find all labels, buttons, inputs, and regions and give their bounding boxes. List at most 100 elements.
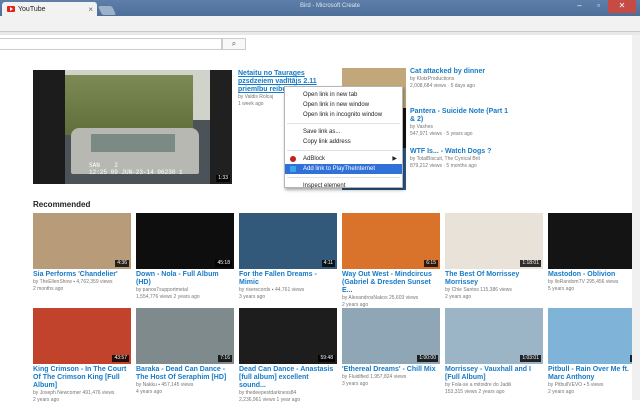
close-window-icon[interactable]: ✕ xyxy=(608,0,636,13)
side-video-info: Pantera - Suicide Note (Part 1 & 2) by V… xyxy=(410,108,510,138)
browser-tab[interactable]: YouTube × xyxy=(2,2,97,16)
video-title[interactable]: Dead Can Dance - Anastasis [full album] … xyxy=(239,366,337,390)
video-title[interactable]: For the Fallen Dreams - Mimic xyxy=(239,271,337,287)
menu-divider xyxy=(287,177,400,178)
video-title[interactable]: Morrissey - Vauxhall and I [Full Album] xyxy=(445,366,543,382)
search-input[interactable] xyxy=(0,38,222,50)
video-timestamp-overlay: SAN 2 12:25 09 JUN-23-14 06230 1 xyxy=(89,162,183,176)
close-tab-icon[interactable]: × xyxy=(88,5,93,14)
video-card[interactable]: 4:36 Sia Performs 'Chandelier' by TheEllen… xyxy=(33,213,131,293)
video-card[interactable]: 59:48 Dead Can Dance - Anastasis [full al… xyxy=(239,308,337,404)
video-channel-views: by riserecords ▪ 44,761 views xyxy=(239,287,305,293)
browser-toolbar xyxy=(0,16,640,32)
menu-item-add-to-playtheinternet[interactable]: Add link to PlayTheInternet xyxy=(285,164,402,174)
video-duration: 45:18 xyxy=(215,260,232,267)
video-thumbnail[interactable]: 45:18 xyxy=(136,213,234,269)
side-video-title[interactable]: Pantera - Suicide Note (Part 1 & 2) xyxy=(410,108,510,124)
menu-item-save-link[interactable]: Save link as... xyxy=(285,127,402,137)
side-video-title[interactable]: Cat attacked by dinner xyxy=(410,68,510,76)
video-thumbnail[interactable]: 4:11 xyxy=(239,213,337,269)
side-video-info: WTF Is... - Watch Dogs ? by TotalBiscuit… xyxy=(410,148,510,170)
side-video-channel[interactable]: by KlotzProductions xyxy=(410,76,510,83)
video-duration: 1:33 xyxy=(216,175,230,182)
video-card[interactable]: 6:15 Way Out West - Mindcircus (Gabriel &… xyxy=(342,213,440,309)
video-title[interactable]: King Crimson - In The Court Of The Crims… xyxy=(33,366,131,390)
side-video-channel[interactable]: by Vashes xyxy=(410,124,510,131)
video-age: 4 years ago xyxy=(136,389,163,395)
video-title[interactable]: Pitbull - Rain Over Me ft. Marc Anthony xyxy=(548,366,640,382)
video-duration: 1:00:00 xyxy=(417,355,438,362)
video-age: 3 years ago xyxy=(342,381,369,387)
context-menu: Open link in new tab Open link in new wi… xyxy=(284,86,403,191)
side-video-meta: 547,971 views · 5 years ago xyxy=(410,131,473,137)
video-duration: 7:16 xyxy=(218,355,232,362)
video-channel-views: by PitbullVEVO ▪ 5 views xyxy=(548,382,604,388)
video-channel-views: by AlexandrosNakos 25,603 views xyxy=(342,295,419,301)
video-card[interactable]: 1:00:00 'Ethereal Dreams' - Chill Mix by F… xyxy=(342,308,440,388)
video-title[interactable]: Baraka - Dead Can Dance - The Host Of Se… xyxy=(136,366,234,382)
section-title: Recommended xyxy=(33,200,91,209)
side-video-title[interactable]: WTF Is... - Watch Dogs ? xyxy=(410,148,510,156)
video-duration: 59:48 xyxy=(318,355,335,362)
video-age: 2 years ago xyxy=(33,397,60,403)
video-age: 5 years ago xyxy=(548,286,575,292)
video-age: 2 months ago xyxy=(33,286,64,292)
video-channel-views: by Fluidified 1,957,824 views xyxy=(342,374,407,380)
video-card[interactable]: Mastodon - Oblivion by lloRandomTV 295,45… xyxy=(548,213,640,293)
video-thumbnail[interactable]: 43:57 xyxy=(33,308,131,364)
video-channel-views: by thedeepestdarkness84 xyxy=(239,390,297,396)
video-card[interactable]: 1:18:01 The Best Of Morrissey Morrissey by… xyxy=(445,213,543,301)
video-title[interactable]: Way Out West - Mindcircus (Gabriel & Dre… xyxy=(342,271,440,295)
video-card[interactable]: 4:04 Pitbull - Rain Over Me ft. Marc Anth… xyxy=(548,308,640,396)
video-thumbnail[interactable]: 7:16 xyxy=(136,308,234,364)
video-channel-views: by Fola-se a mitoidre do Jadiii xyxy=(445,382,512,388)
video-title[interactable]: Sia Performs 'Chandelier' xyxy=(33,271,131,279)
maximize-icon[interactable]: ▫ xyxy=(589,0,608,13)
video-card[interactable]: 1:03:01 Morrissey - Vauxhall and I [Full … xyxy=(445,308,543,396)
video-thumbnail[interactable]: 1:18:01 xyxy=(445,213,543,269)
menu-item-open-new-window[interactable]: Open link in new window xyxy=(285,100,402,110)
video-thumbnail[interactable]: 4:04 xyxy=(548,308,640,364)
video-duration: 43:57 xyxy=(112,355,129,362)
minimize-icon[interactable]: – xyxy=(570,0,589,13)
video-channel-views: by Joseph Newcomer 491,476 views xyxy=(33,390,115,396)
window-title: Bird - Microsoft Create xyxy=(300,3,361,9)
menu-item-adblock[interactable]: AdBlock ▶ xyxy=(285,154,402,164)
video-thumbnail[interactable]: 1:03:01 xyxy=(445,308,543,364)
video-thumbnail[interactable]: 59:48 xyxy=(239,308,337,364)
video-card[interactable]: 7:16 Baraka - Dead Can Dance - The Host O… xyxy=(136,308,234,396)
adblock-icon xyxy=(290,156,296,162)
youtube-favicon-icon xyxy=(7,6,15,12)
featured-video-thumbnail[interactable]: SAN 2 12:25 09 JUN-23-14 06230 1 1:33 xyxy=(33,70,232,184)
video-duration: 4:11 xyxy=(321,260,335,267)
video-thumbnail[interactable]: 4:36 xyxy=(33,213,131,269)
video-card[interactable]: 4:11 For the Fallen Dreams - Mimic by rise… xyxy=(239,213,337,301)
side-video-channel[interactable]: by TotalBiscuit, The Cynical Brit xyxy=(410,156,510,163)
page-scrollbar[interactable] xyxy=(632,35,640,400)
video-channel-views: by panos7supportmetal xyxy=(136,287,188,293)
video-title[interactable]: Mastodon - Oblivion xyxy=(548,271,640,279)
menu-item-open-new-tab[interactable]: Open link in new tab xyxy=(285,90,402,100)
video-duration: 4:36 xyxy=(115,260,129,267)
video-title[interactable]: Down - Nola - Full Album (HD) xyxy=(136,271,234,287)
search-button[interactable]: ⌕ xyxy=(222,38,246,50)
video-duration: 1:03:01 xyxy=(520,355,541,362)
menu-item-open-incognito[interactable]: Open link in incognito window xyxy=(285,110,402,120)
video-channel-views: by lloRandomTV 295,456 views xyxy=(548,279,619,285)
video-thumbnail[interactable]: 1:00:00 xyxy=(342,308,440,364)
video-age: 2 years ago xyxy=(445,294,472,300)
video-title[interactable]: The Best Of Morrissey Morrissey xyxy=(445,271,543,287)
side-video-meta: 2,008,684 views · 5 days ago xyxy=(410,83,476,89)
menu-divider xyxy=(287,123,400,124)
video-card[interactable]: 43:57 King Crimson - In The Court Of The … xyxy=(33,308,131,404)
menu-item-inspect-element[interactable]: Inspect element xyxy=(285,181,402,191)
new-tab-button[interactable] xyxy=(97,6,117,15)
video-thumbnail[interactable] xyxy=(548,213,640,269)
video-card[interactable]: 45:18 Down - Nola - Full Album (HD) by pan… xyxy=(136,213,234,301)
video-channel-views: by Chie Santos 115,386 views xyxy=(445,287,512,293)
menu-item-copy-link[interactable]: Copy link address xyxy=(285,137,402,147)
video-title[interactable]: 'Ethereal Dreams' - Chill Mix xyxy=(342,366,440,374)
video-thumbnail[interactable]: 6:15 xyxy=(342,213,440,269)
video-age: 153,315 views 2 years ago xyxy=(445,389,505,395)
video-age: 2 years ago xyxy=(548,389,575,395)
